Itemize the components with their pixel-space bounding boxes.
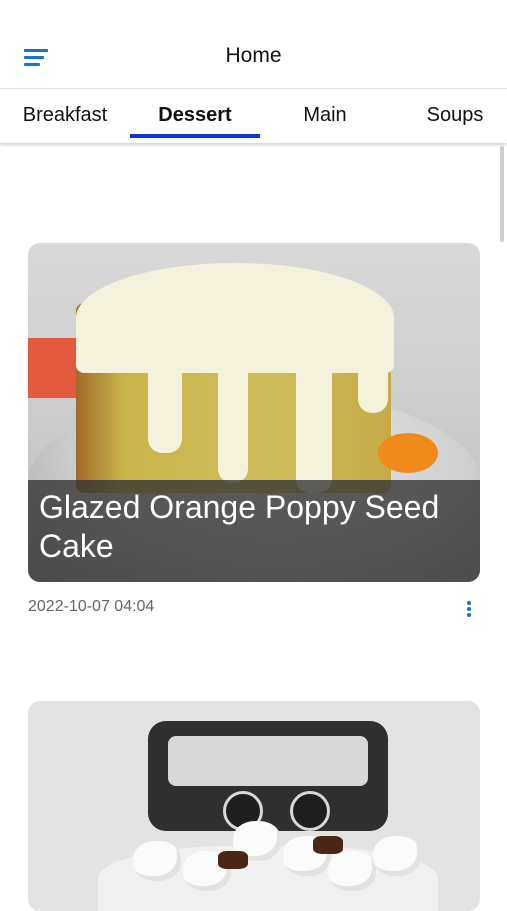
page-title: Home (225, 44, 282, 67)
recipe-image (28, 701, 480, 911)
active-tab-indicator (130, 134, 260, 138)
tab-breakfast[interactable]: Breakfast (0, 89, 130, 141)
more-vertical-icon[interactable] (464, 599, 474, 619)
recipe-meta: 2022-10-07 04:04 (28, 596, 480, 622)
recipe-title: Glazed Orange Poppy Seed Cake (39, 489, 440, 564)
tab-main[interactable]: Main (260, 89, 390, 141)
recipe-card[interactable] (28, 701, 480, 911)
tab-soups[interactable]: Soups (390, 89, 507, 141)
app-header: Home (0, 0, 507, 88)
recipe-card[interactable]: Glazed Orange Poppy Seed Cake (28, 243, 480, 582)
recipe-date: 2022-10-07 04:04 (28, 598, 155, 615)
scrollbar[interactable] (500, 146, 504, 242)
category-tabs: Breakfast Dessert Main Soups (0, 88, 507, 143)
